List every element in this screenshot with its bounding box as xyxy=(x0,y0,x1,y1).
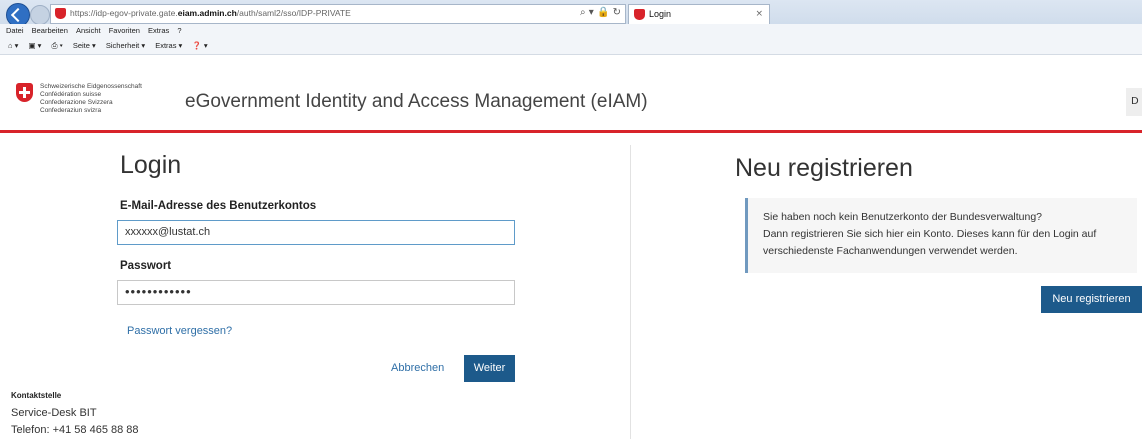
contact-name: Service-Desk BIT xyxy=(11,407,97,419)
column-divider xyxy=(630,145,631,439)
tab-title: Login xyxy=(649,9,672,19)
contact-phone: Telefon: +41 58 465 88 88 xyxy=(11,424,139,436)
menu-item-favoriten[interactable]: Favoriten xyxy=(109,26,140,35)
cancel-link[interactable]: Abbrechen xyxy=(391,362,444,374)
register-info-box: Sie haben noch kein Benutzerkonto der Bu… xyxy=(745,198,1137,273)
menu-bar: Datei Bearbeiten Ansicht Favoriten Extra… xyxy=(0,24,1142,38)
menu-item-help[interactable]: ? xyxy=(177,26,181,35)
forgot-password-link[interactable]: Passwort vergessen? xyxy=(127,325,232,337)
contact-title: Kontaktstelle xyxy=(11,391,62,400)
command-bar: ⌂ ▾ ▣ ▾ ⎙ ▾ Seite ▾ Sicherheit ▾ Extras … xyxy=(0,38,1142,55)
swiss-cross-logo xyxy=(16,83,33,102)
site-header: Schweizerische Eidgenossenschaft Confédé… xyxy=(0,55,1142,133)
tab-shield-icon xyxy=(634,9,645,20)
login-heading: Login xyxy=(120,151,182,179)
submit-button[interactable]: Weiter xyxy=(464,355,515,382)
address-bar[interactable]: https://idp-egov-private.gate.eiam.admin… xyxy=(50,4,626,24)
menu-item-bearbeiten[interactable]: Bearbeiten xyxy=(32,26,68,35)
tab-close-icon[interactable]: × xyxy=(755,9,763,19)
site-shield-icon xyxy=(55,8,66,19)
feeds-icon[interactable]: ▣ ▾ xyxy=(28,41,41,50)
home-icon[interactable]: ⌂ ▾ xyxy=(8,41,18,50)
tab-login[interactable]: Login × xyxy=(628,4,770,25)
language-button[interactable]: D xyxy=(1126,88,1142,116)
print-icon[interactable]: ⎙ ▾ xyxy=(52,41,63,50)
register-heading: Neu registrieren xyxy=(735,154,913,182)
register-button[interactable]: Neu registrieren xyxy=(1041,286,1142,313)
email-input[interactable]: xxxxxx@lustat.ch xyxy=(117,220,515,245)
federation-names: Schweizerische Eidgenossenschaft Confédé… xyxy=(40,83,142,114)
toolbar-extras[interactable]: Extras ▾ xyxy=(155,41,182,50)
app-title: eGovernment Identity and Access Manageme… xyxy=(185,91,648,112)
menu-item-extras[interactable]: Extras xyxy=(148,26,169,35)
toolbar-seite[interactable]: Seite ▾ xyxy=(73,41,96,50)
search-lock-refresh-icons[interactable]: ⌕ ▾ 🔒 ↻ xyxy=(580,7,621,18)
menu-item-datei[interactable]: Datei xyxy=(6,26,24,35)
password-label: Passwort xyxy=(120,260,172,272)
email-label: E-Mail-Adresse des Benutzerkontos xyxy=(120,200,317,212)
password-input[interactable]: •••••••••••• xyxy=(117,280,515,305)
address-url[interactable]: https://idp-egov-private.gate.eiam.admin… xyxy=(70,8,351,18)
toolbar-sicherheit[interactable]: Sicherheit ▾ xyxy=(106,41,145,50)
help-icon[interactable]: ❓ ▾ xyxy=(192,41,207,50)
forward-button[interactable] xyxy=(30,5,50,25)
menu-item-ansicht[interactable]: Ansicht xyxy=(76,26,101,35)
